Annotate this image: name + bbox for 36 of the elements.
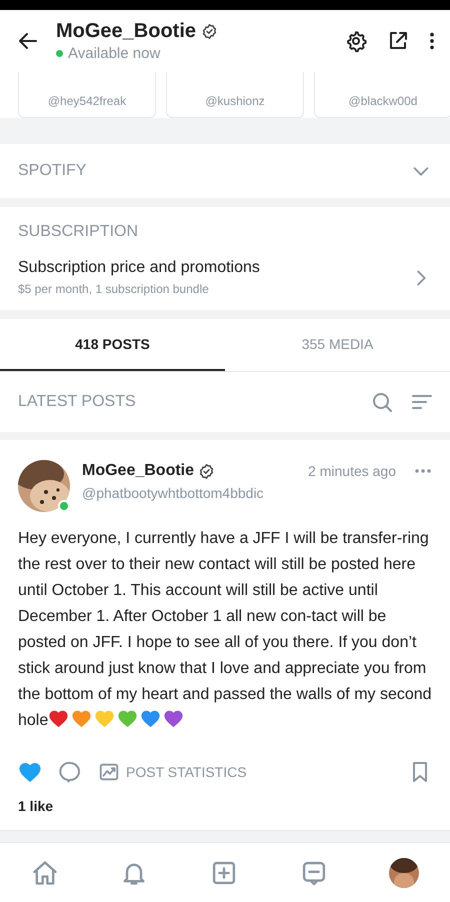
post-author[interactable]: MoGee_Bootie: [82, 462, 194, 480]
post-text: Hey everyone, I currently have a JFF I will be transfer-ring the rest over to their new contact will still be posted here until October 1. This account will still be active until December 1. After October 1 all new con-tact will be posted on JFF. I hope to see all of you there. If you don’t stick around just know that I love and appreciate you from the bottom of my heart and passed the walls of my second hole: [18, 529, 432, 731]
avatar[interactable]: [18, 460, 70, 512]
profile-name: MoGee_Bootie: [56, 20, 196, 43]
spotify-section[interactable]: SPOTIFY: [0, 144, 450, 198]
heart-icon: [163, 709, 184, 728]
profile-card[interactable]: @blackw00d: [314, 72, 450, 118]
post-statistics-button[interactable]: POST STATISTICS: [98, 761, 247, 783]
post-time: 2 minutes ago: [308, 463, 396, 479]
section-title: LATEST POSTS: [18, 393, 136, 411]
availability-status: Available now: [68, 45, 160, 62]
card-handle: @hey542freak: [48, 94, 126, 108]
subscription-details: $5 per month, 1 subscription bundle: [18, 282, 210, 296]
comment-icon[interactable]: [58, 760, 82, 784]
settings-icon[interactable]: [344, 29, 368, 53]
heart-icon: [71, 709, 92, 728]
section-title: SUBSCRIPTION: [18, 223, 140, 241]
post-handle[interactable]: @phatbootywhtbottom4bbdic: [82, 485, 432, 501]
heart-icon: [117, 709, 138, 728]
section-title: SPOTIFY: [18, 162, 86, 180]
card-handle: @blackw00d: [348, 94, 418, 108]
heart-icon: [94, 709, 116, 728]
search-icon[interactable]: [370, 390, 394, 414]
more-options-icon[interactable]: [428, 30, 436, 52]
profile-card[interactable]: @hey542freak: [18, 72, 156, 118]
profile-avatar[interactable]: [389, 858, 420, 888]
heart-icon: [140, 709, 162, 728]
like-heart-icon[interactable]: [18, 760, 42, 784]
like-count: 1 like: [18, 798, 54, 814]
home-icon[interactable]: [30, 858, 59, 886]
chart-icon: [98, 761, 120, 783]
tab[interactable]: 355 MEDIA: [225, 319, 450, 371]
card-handle: @kushionz: [205, 94, 265, 108]
profile-card[interactable]: @kushionz: [166, 72, 304, 118]
heart-icon: [48, 709, 70, 728]
subscription-link[interactable]: Subscription price and promotions: [18, 259, 260, 277]
